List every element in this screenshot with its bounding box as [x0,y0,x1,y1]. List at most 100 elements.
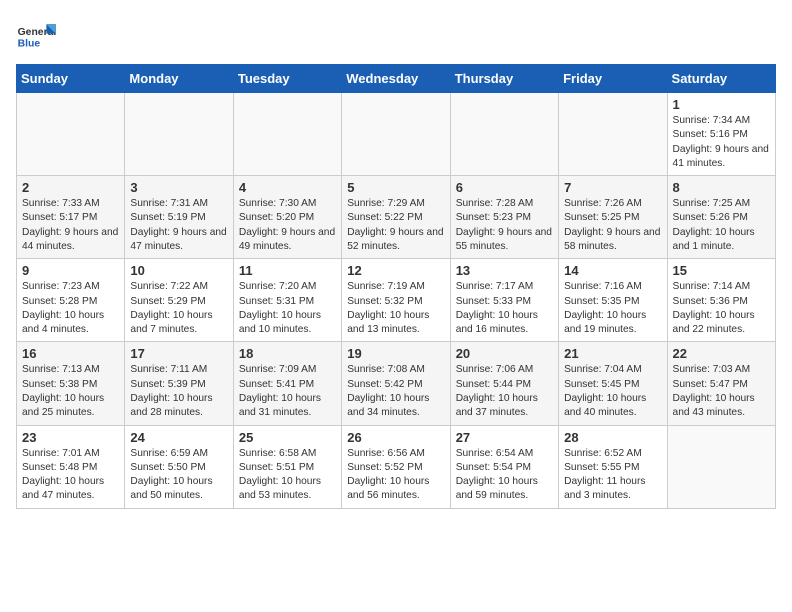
day-number: 23 [22,430,119,445]
weekday-header-friday: Friday [559,65,667,93]
day-info: Sunrise: 7:16 AMSunset: 5:35 PMDaylight:… [564,280,661,337]
day-info: Sunrise: 6:52 AMSunset: 5:55 PMDaylight:… [564,447,661,504]
calendar-week-5: 23 Sunrise: 7:01 AMSunset: 5:48 PMDayligh… [17,425,776,508]
day-number: 4 [239,180,336,195]
calendar-day: 3 Sunrise: 7:31 AMSunset: 5:19 PMDaylight… [125,176,233,259]
calendar-day: 23 Sunrise: 7:01 AMSunset: 5:48 PMDayligh… [17,425,125,508]
day-number: 18 [239,346,336,361]
day-info: Sunrise: 7:14 AMSunset: 5:36 PMDaylight:… [673,280,770,337]
calendar-day: 26 Sunrise: 6:56 AMSunset: 5:52 PMDayligh… [342,425,450,508]
logo: General Blue [16,16,60,56]
day-info: Sunrise: 7:31 AMSunset: 5:19 PMDaylight:… [130,197,227,254]
calendar-week-3: 9 Sunrise: 7:23 AMSunset: 5:28 PMDaylight… [17,259,776,342]
calendar-week-1: 1 Sunrise: 7:34 AMSunset: 5:16 PMDaylight… [17,93,776,176]
calendar-day [233,93,341,176]
calendar-day: 17 Sunrise: 7:11 AMSunset: 5:39 PMDayligh… [125,342,233,425]
day-number: 1 [673,97,770,112]
day-number: 3 [130,180,227,195]
day-info: Sunrise: 7:28 AMSunset: 5:23 PMDaylight:… [456,197,553,254]
calendar-day: 15 Sunrise: 7:14 AMSunset: 5:36 PMDayligh… [667,259,775,342]
day-number: 27 [456,430,553,445]
calendar-day: 4 Sunrise: 7:30 AMSunset: 5:20 PMDaylight… [233,176,341,259]
day-number: 15 [673,263,770,278]
weekday-header-sunday: Sunday [17,65,125,93]
calendar-day: 8 Sunrise: 7:25 AMSunset: 5:26 PMDaylight… [667,176,775,259]
calendar-day: 12 Sunrise: 7:19 AMSunset: 5:32 PMDayligh… [342,259,450,342]
calendar-day: 2Sunrise: 7:33 AMSunset: 5:17 PMDaylight… [17,176,125,259]
day-info: Sunrise: 7:11 AMSunset: 5:39 PMDaylight:… [130,363,227,420]
calendar-day [450,93,558,176]
calendar-day [342,93,450,176]
calendar-day: 18 Sunrise: 7:09 AMSunset: 5:41 PMDayligh… [233,342,341,425]
day-number: 26 [347,430,444,445]
day-info: Sunrise: 7:17 AMSunset: 5:33 PMDaylight:… [456,280,553,337]
day-number: 5 [347,180,444,195]
day-info: Sunrise: 7:19 AMSunset: 5:32 PMDaylight:… [347,280,444,337]
calendar-day: 6 Sunrise: 7:28 AMSunset: 5:23 PMDaylight… [450,176,558,259]
calendar-week-2: 2Sunrise: 7:33 AMSunset: 5:17 PMDaylight… [17,176,776,259]
weekday-header-row: SundayMondayTuesdayWednesdayThursdayFrid… [17,65,776,93]
day-number: 28 [564,430,661,445]
calendar-day: 11 Sunrise: 7:20 AMSunset: 5:31 PMDayligh… [233,259,341,342]
day-info: Sunrise: 7:23 AMSunset: 5:28 PMDaylight:… [22,280,119,337]
day-number: 25 [239,430,336,445]
day-number: 19 [347,346,444,361]
calendar-day: 13Sunrise: 7:17 AMSunset: 5:33 PMDayligh… [450,259,558,342]
day-info: Sunrise: 7:34 AMSunset: 5:16 PMDaylight:… [673,114,770,171]
day-number: 21 [564,346,661,361]
calendar-day: 1 Sunrise: 7:34 AMSunset: 5:16 PMDaylight… [667,93,775,176]
calendar-day: 16 Sunrise: 7:13 AMSunset: 5:38 PMDayligh… [17,342,125,425]
day-number: 17 [130,346,227,361]
calendar-day: 10Sunrise: 7:22 AMSunset: 5:29 PMDayligh… [125,259,233,342]
calendar-day [125,93,233,176]
calendar-week-4: 16 Sunrise: 7:13 AMSunset: 5:38 PMDayligh… [17,342,776,425]
day-number: 9 [22,263,119,278]
calendar-day: 9 Sunrise: 7:23 AMSunset: 5:28 PMDaylight… [17,259,125,342]
day-info: Sunrise: 6:56 AMSunset: 5:52 PMDaylight:… [347,447,444,504]
day-number: 24 [130,430,227,445]
weekday-header-tuesday: Tuesday [233,65,341,93]
day-info: Sunrise: 7:26 AMSunset: 5:25 PMDaylight:… [564,197,661,254]
day-number: 8 [673,180,770,195]
calendar-day [17,93,125,176]
day-info: Sunrise: 7:06 AMSunset: 5:44 PMDaylight:… [456,363,553,420]
day-number: 7 [564,180,661,195]
calendar-day: 27 Sunrise: 6:54 AMSunset: 5:54 PMDayligh… [450,425,558,508]
day-info: Sunrise: 7:08 AMSunset: 5:42 PMDaylight:… [347,363,444,420]
day-number: 20 [456,346,553,361]
calendar-day: 20 Sunrise: 7:06 AMSunset: 5:44 PMDayligh… [450,342,558,425]
day-info: Sunrise: 7:20 AMSunset: 5:31 PMDaylight:… [239,280,336,337]
day-info: Sunrise: 7:25 AMSunset: 5:26 PMDaylight:… [673,197,770,254]
calendar-day: 25 Sunrise: 6:58 AMSunset: 5:51 PMDayligh… [233,425,341,508]
day-info: Sunrise: 7:04 AMSunset: 5:45 PMDaylight:… [564,363,661,420]
svg-text:Blue: Blue [18,38,41,49]
calendar-day: 28 Sunrise: 6:52 AMSunset: 5:55 PMDayligh… [559,425,667,508]
day-number: 22 [673,346,770,361]
day-info: Sunrise: 6:58 AMSunset: 5:51 PMDaylight:… [239,447,336,504]
calendar-table: SundayMondayTuesdayWednesdayThursdayFrid… [16,64,776,509]
day-info: Sunrise: 6:59 AMSunset: 5:50 PMDaylight:… [130,447,227,504]
day-info: Sunrise: 7:29 AMSunset: 5:22 PMDaylight:… [347,197,444,254]
day-number: 2 [22,180,119,195]
calendar-day: 21 Sunrise: 7:04 AMSunset: 5:45 PMDayligh… [559,342,667,425]
day-info: Sunrise: 7:13 AMSunset: 5:38 PMDaylight:… [22,363,119,420]
day-info: Sunrise: 7:30 AMSunset: 5:20 PMDaylight:… [239,197,336,254]
day-number: 16 [22,346,119,361]
day-number: 10 [130,263,227,278]
day-number: 11 [239,263,336,278]
day-info: Sunrise: 7:09 AMSunset: 5:41 PMDaylight:… [239,363,336,420]
calendar-day: 19 Sunrise: 7:08 AMSunset: 5:42 PMDayligh… [342,342,450,425]
weekday-header-monday: Monday [125,65,233,93]
day-info: Sunrise: 7:01 AMSunset: 5:48 PMDaylight:… [22,447,119,504]
day-info: Sunrise: 7:03 AMSunset: 5:47 PMDaylight:… [673,363,770,420]
day-info: Sunrise: 6:54 AMSunset: 5:54 PMDaylight:… [456,447,553,504]
calendar-day [559,93,667,176]
day-number: 14 [564,263,661,278]
day-number: 6 [456,180,553,195]
logo-icon: General Blue [16,16,56,56]
day-number: 12 [347,263,444,278]
calendar-day: 5 Sunrise: 7:29 AMSunset: 5:22 PMDaylight… [342,176,450,259]
calendar-day: 22 Sunrise: 7:03 AMSunset: 5:47 PMDayligh… [667,342,775,425]
weekday-header-saturday: Saturday [667,65,775,93]
weekday-header-wednesday: Wednesday [342,65,450,93]
